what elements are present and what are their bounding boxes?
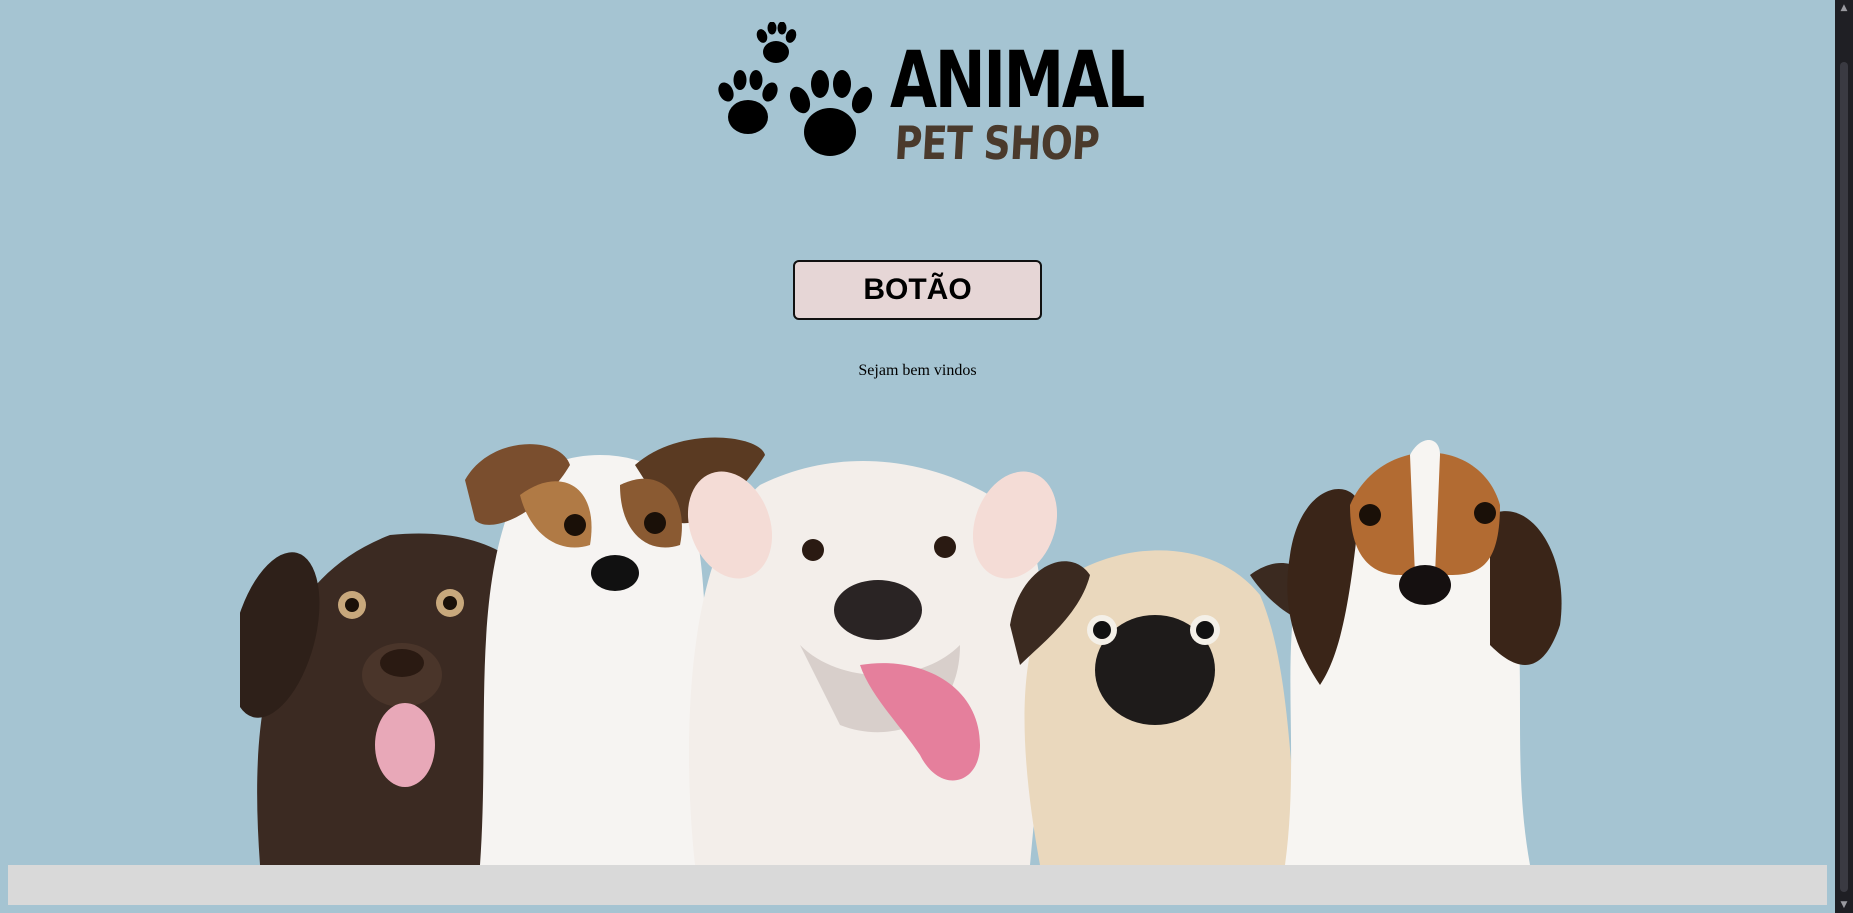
- logo-wordmark-animal: ANIMAL: [890, 36, 1145, 126]
- beagle-puppy: [1285, 440, 1562, 865]
- puppies-hero-image: [240, 437, 1562, 865]
- animal-pet-shop-logo: ANIMAL PET SHOP: [718, 22, 1145, 172]
- footer-bar: [8, 865, 1827, 905]
- pug-puppy: [1010, 550, 1321, 865]
- page: ANIMAL PET SHOP BOTÃO Sejam bem vindos ▲…: [0, 0, 1853, 913]
- paw-prints-icon: [718, 22, 873, 156]
- main-button[interactable]: BOTÃO: [793, 260, 1042, 320]
- scrollbar-thumb[interactable]: [1840, 62, 1848, 892]
- scroll-down-arrow-icon[interactable]: ▼: [1835, 897, 1853, 913]
- logo-wordmark-petshop: PET SHOP: [893, 116, 1101, 170]
- scroll-up-arrow-icon[interactable]: ▲: [1835, 0, 1853, 16]
- vertical-scrollbar[interactable]: ▲ ▼: [1835, 0, 1853, 913]
- english-bulldog-puppy: [687, 461, 1058, 865]
- welcome-text: Sejam bem vindos: [858, 362, 977, 379]
